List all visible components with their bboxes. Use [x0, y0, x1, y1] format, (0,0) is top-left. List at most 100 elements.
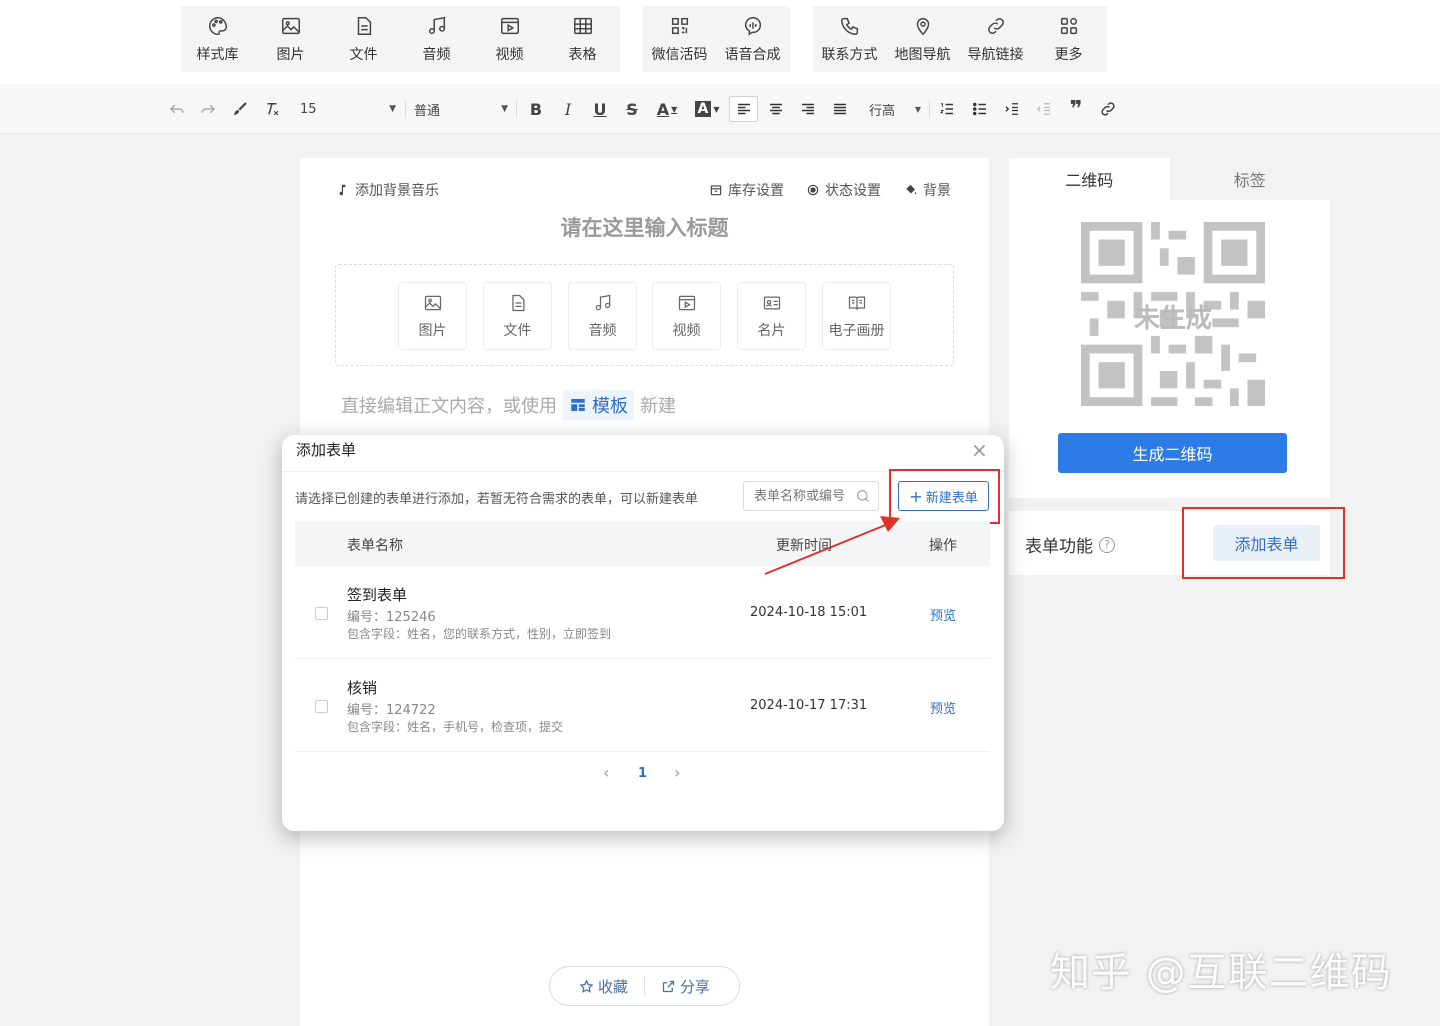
indent-button[interactable] [1001, 96, 1023, 122]
inventory-icon [710, 185, 722, 196]
ordered-list-button[interactable] [936, 96, 958, 122]
form-fields: 包含字段：姓名，手机号，检查项，提交 [347, 720, 564, 734]
align-right-button[interactable] [797, 96, 819, 122]
align-left-icon [737, 103, 750, 115]
page-number-current[interactable]: 1 [638, 766, 647, 781]
insert-style-library[interactable]: 样式库 [181, 6, 254, 72]
preview-link[interactable]: 预览 [930, 605, 956, 624]
highlight-box-new-form [889, 469, 1000, 524]
insert-label: 文件 [349, 46, 378, 63]
book-icon [848, 296, 865, 310]
phone-icon [840, 17, 858, 35]
media-file-button[interactable]: 文件 [483, 282, 552, 350]
insert-nav-link[interactable]: 导航链接 [959, 6, 1032, 72]
divider [405, 100, 406, 118]
bg-music-label: 添加背景音乐 [355, 183, 439, 199]
media-audio-button[interactable]: 音频 [568, 282, 637, 350]
font-size-select[interactable]: 15 ▼ [300, 96, 396, 122]
media-video-button[interactable]: 视频 [652, 282, 721, 350]
format-painter-icon [234, 102, 247, 115]
justify-button[interactable] [829, 96, 851, 122]
status-icon [807, 184, 819, 196]
close-icon[interactable]: × [971, 438, 988, 462]
watermark: 知乎 @互联二维码 [1050, 950, 1392, 996]
help-icon[interactable]: ? [1099, 536, 1115, 553]
stock-settings-button[interactable]: 库存设置 [709, 180, 784, 200]
align-left-button[interactable] [729, 96, 758, 122]
chevron-down-icon: ▼ [914, 104, 921, 114]
line-height-select[interactable]: 行高 ▼ [869, 96, 921, 122]
column-form-name: 表单名称 [347, 538, 403, 554]
ordered-list-icon [939, 103, 953, 115]
insert-more[interactable]: 更多 [1032, 6, 1105, 72]
insert-wechat-qr[interactable]: 微信活码 [643, 6, 716, 72]
hint-suffix: 新建 [640, 396, 676, 417]
quote-button[interactable]: ❞ [1065, 96, 1087, 122]
row-checkbox[interactable] [315, 700, 328, 713]
insert-link-button[interactable] [1097, 96, 1119, 122]
body-hint[interactable]: 直接编辑正文内容，或使用 模板 新建 [341, 390, 676, 420]
share-button[interactable]: 分享 [661, 976, 710, 997]
insert-label: 视频 [495, 46, 524, 63]
undo-button[interactable] [165, 96, 189, 122]
insert-label: 联系方式 [821, 46, 878, 63]
insert-voice[interactable]: 语音合成 [716, 6, 789, 72]
article-title-input[interactable]: 请在这里输入标题 [300, 212, 989, 242]
image-icon [281, 17, 300, 34]
form-updated-time: 2024-10-17 17:31 [750, 698, 868, 713]
insert-label: 样式库 [196, 46, 239, 63]
background-color-button[interactable]: A ▼ [692, 96, 722, 122]
insert-table[interactable]: 表格 [546, 6, 619, 72]
divider [644, 977, 645, 995]
share-label: 分享 [680, 977, 711, 996]
template-icon [571, 399, 585, 411]
divider [929, 100, 930, 118]
insert-file[interactable]: 文件 [327, 6, 400, 72]
font-color-button[interactable]: A ▼ [652, 96, 682, 122]
italic-button[interactable]: I [557, 96, 579, 122]
format-painter-button[interactable] [228, 96, 252, 122]
video-icon [500, 17, 519, 34]
insert-audio[interactable]: 音频 [400, 6, 473, 72]
insert-group-contact: 联系方式 地图导航 导航链接 更多 [813, 6, 1107, 72]
insert-image[interactable]: 图片 [254, 6, 327, 72]
bold-button[interactable]: B [525, 96, 547, 122]
tab-qr-code[interactable]: 二维码 [1009, 158, 1170, 200]
bullet-list-button[interactable] [969, 96, 991, 122]
add-bg-music-button[interactable]: 添加背景音乐 [336, 180, 439, 200]
clear-format-button[interactable] [260, 96, 284, 122]
media-card-button[interactable]: 名片 [737, 282, 806, 350]
preview-link[interactable]: 预览 [930, 698, 956, 717]
search-icon[interactable] [855, 488, 871, 504]
media-label: 名片 [757, 322, 786, 339]
favorite-button[interactable]: 收藏 [579, 976, 628, 997]
media-image-button[interactable]: 图片 [398, 282, 467, 350]
chevron-down-icon: ▼ [671, 104, 678, 114]
clear-format-icon [267, 103, 279, 116]
qr-code-icon [671, 17, 688, 34]
voice-icon [744, 16, 761, 36]
generate-qr-button[interactable]: 生成二维码 [1058, 433, 1287, 473]
form-feature-text: 表单功能 [1025, 537, 1093, 557]
tab-tags[interactable]: 标签 [1169, 158, 1330, 200]
align-center-button[interactable] [765, 96, 787, 122]
more-grid-icon [1060, 17, 1077, 34]
redo-button[interactable] [196, 96, 220, 122]
palette-icon [208, 16, 227, 35]
paragraph-style-select[interactable]: 普通 ▼ [414, 96, 508, 122]
insert-contact[interactable]: 联系方式 [813, 6, 886, 72]
outdent-button[interactable] [1033, 96, 1055, 122]
insert-label: 音频 [422, 46, 451, 63]
underline-button[interactable]: U [589, 96, 611, 122]
background-button[interactable]: 背景 [904, 180, 951, 200]
insert-map[interactable]: 地图导航 [886, 6, 959, 72]
next-page-button[interactable]: › [674, 763, 680, 782]
strikethrough-button[interactable]: S [621, 96, 643, 122]
status-settings-button[interactable]: 状态设置 [806, 180, 881, 200]
prev-page-button[interactable]: ‹ [603, 763, 609, 782]
chevron-down-icon: ▼ [713, 104, 720, 114]
media-ebook-button[interactable]: 电子画册 [822, 282, 891, 350]
row-checkbox[interactable] [315, 607, 328, 620]
template-button[interactable]: 模板 [563, 390, 634, 420]
insert-video[interactable]: 视频 [473, 6, 546, 72]
